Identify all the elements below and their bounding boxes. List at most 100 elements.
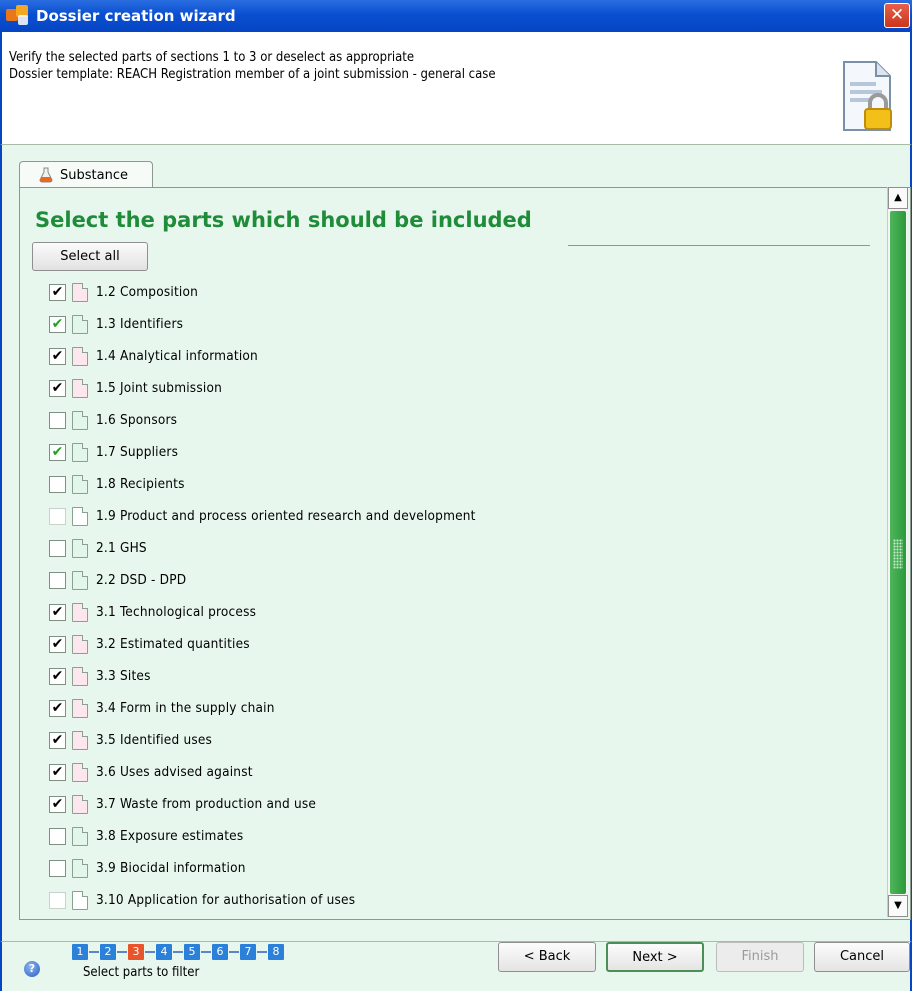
step-2[interactable]: 2 [100,944,116,960]
part-item[interactable]: ✔ 3.2 Estimated quantities [49,632,250,656]
step-connector [257,951,267,953]
part-checkbox[interactable]: ✔ [49,635,66,653]
step-4[interactable]: 4 [156,944,172,960]
part-checkbox[interactable] [49,411,66,429]
document-icon [72,282,88,302]
instruction-text: Verify the selected parts of sections 1 … [9,50,415,65]
part-label: 1.9 Product and process oriented researc… [96,508,476,524]
part-checkbox[interactable]: ✔ [49,347,66,365]
part-checkbox[interactable]: ✔ [49,379,66,397]
part-item[interactable]: ✔ 3.4 Form in the supply chain [49,696,275,720]
part-checkbox[interactable]: ✔ [49,443,66,461]
document-icon [72,666,88,686]
part-checkbox[interactable] [49,475,66,493]
part-label: 3.10 Application for authorisation of us… [96,892,356,908]
finish-button[interactable]: Finish [716,942,804,972]
scroll-grip [893,539,903,569]
part-item[interactable]: ✔ 3.6 Uses advised against [49,760,253,784]
part-checkbox[interactable]: ✔ [49,603,66,621]
close-button[interactable]: ✕ [884,3,910,28]
scroll-thumb[interactable] [890,211,906,894]
part-item[interactable]: ✔ 1.3 Identifiers [49,312,183,336]
part-checkbox[interactable] [49,539,66,557]
step-8[interactable]: 8 [268,944,284,960]
flask-icon [39,167,53,183]
part-checkbox[interactable] [49,571,66,589]
part-checkbox[interactable]: ✔ [49,699,66,717]
scroll-up-button[interactable]: ▲ [888,187,908,209]
part-item[interactable]: ✔ 3.5 Identified uses [49,728,212,752]
document-icon [72,538,88,558]
step-connector [117,951,127,953]
cancel-button[interactable]: Cancel [814,942,910,972]
document-icon [72,602,88,622]
part-item[interactable]: ✔ 1.7 Suppliers [49,440,178,464]
part-label: 3.4 Form in the supply chain [96,700,275,716]
part-label: 3.9 Biocidal information [96,860,246,876]
part-label: 3.8 Exposure estimates [96,828,244,844]
step-connector [229,951,239,953]
document-icon [72,794,88,814]
part-label: 3.1 Technological process [96,604,257,620]
part-label: 1.5 Joint submission [96,380,222,396]
part-item[interactable]: ✔ 1.5 Joint submission [49,376,222,400]
part-checkbox[interactable] [49,859,66,877]
part-item: 1.9 Product and process oriented researc… [49,504,476,528]
document-icon [72,826,88,846]
document-icon [72,570,88,590]
part-item[interactable]: 1.6 Sponsors [49,408,177,432]
step-1[interactable]: 1 [72,944,88,960]
step-7[interactable]: 7 [240,944,256,960]
scroll-down-button[interactable]: ▼ [888,895,908,917]
step-6[interactable]: 6 [212,944,228,960]
part-item[interactable]: 3.9 Biocidal information [49,856,246,880]
part-item[interactable]: 3.8 Exposure estimates [49,824,243,848]
select-all-button[interactable]: Select all [32,242,148,271]
document-icon [72,314,88,334]
part-label: 3.7 Waste from production and use [96,796,317,812]
part-item[interactable]: ✔ 3.7 Waste from production and use [49,792,316,816]
document-icon [72,698,88,718]
part-checkbox[interactable]: ✔ [49,763,66,781]
part-item[interactable]: 2.1 GHS [49,536,147,560]
document-icon [72,858,88,878]
template-text: Dossier template: REACH Registration mem… [9,67,496,82]
step-connector [201,951,211,953]
part-checkbox[interactable]: ✔ [49,731,66,749]
part-label: 2.2 DSD - DPD [96,572,187,588]
part-checkbox[interactable]: ✔ [49,315,66,333]
part-label: 3.5 Identified uses [96,732,213,748]
part-checkbox[interactable]: ✔ [49,283,66,301]
part-item[interactable]: 1.8 Recipients [49,472,185,496]
part-item[interactable]: 2.2 DSD - DPD [49,568,186,592]
step-connector [89,951,99,953]
step-3[interactable]: 3 [128,944,144,960]
step-connector [173,951,183,953]
next-button[interactable]: Next > [606,942,704,972]
document-icon [72,890,88,910]
part-item[interactable]: ✔ 1.4 Analytical information [49,344,258,368]
part-checkbox[interactable]: ✔ [49,795,66,813]
part-label: 3.6 Uses advised against [96,764,253,780]
wizard-footer: ? 12345678 Select parts to filter < Back… [0,941,912,991]
part-item[interactable]: ✔ 3.1 Technological process [49,600,256,624]
part-checkbox [49,507,66,525]
part-checkbox[interactable]: ✔ [49,667,66,685]
part-item[interactable]: ✔ 1.2 Composition [49,280,198,304]
part-item[interactable]: ✔ 3.3 Sites [49,664,151,688]
back-button[interactable]: < Back [498,942,596,972]
help-icon[interactable]: ? [24,961,40,977]
part-label: 1.4 Analytical information [96,348,258,364]
part-label: 3.3 Sites [96,668,151,684]
part-label: 1.2 Composition [96,284,199,300]
step-5[interactable]: 5 [184,944,200,960]
part-item: 3.10 Application for authorisation of us… [49,888,355,912]
document-icon [72,762,88,782]
vertical-scrollbar[interactable]: ▲ ▼ [887,187,908,917]
part-label: 2.1 GHS [96,540,147,556]
part-checkbox[interactable] [49,827,66,845]
part-label: 1.3 Identifiers [96,316,184,332]
tab-substance[interactable]: Substance [19,161,153,188]
status-text: Select parts to filter [83,965,200,980]
section-heading: Select the parts which should be include… [35,208,532,232]
